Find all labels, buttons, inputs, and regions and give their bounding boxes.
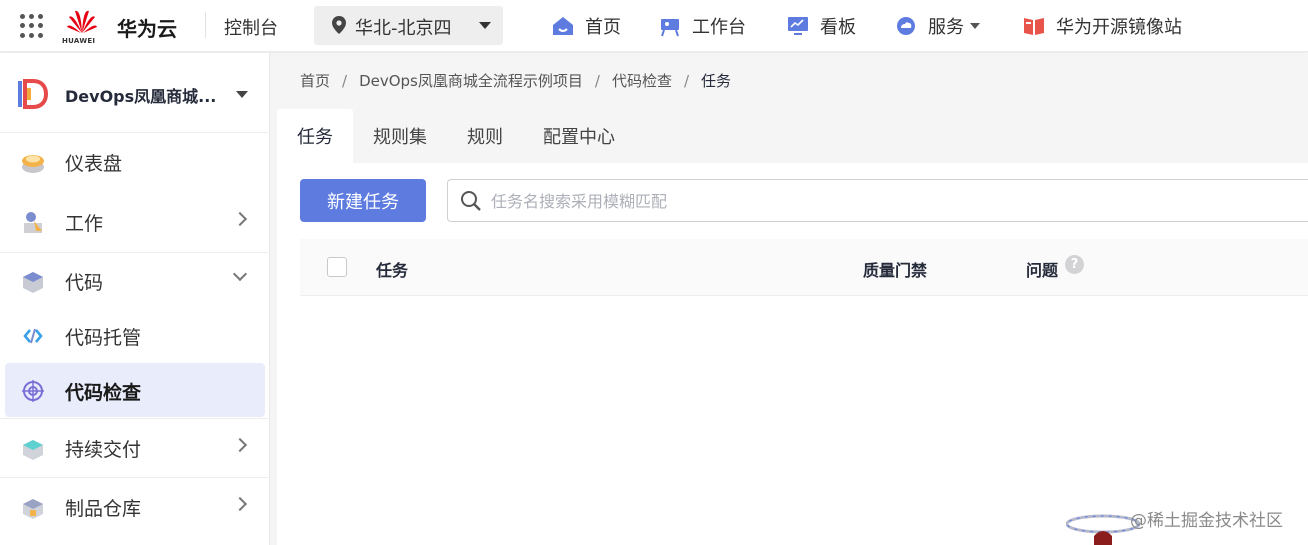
brand-title[interactable]: 华为云 — [117, 13, 177, 42]
tab-tasks[interactable]: 任务 — [277, 109, 353, 163]
new-task-button[interactable]: 新建任务 — [300, 179, 426, 222]
top-navigation-bar: HUAWEI 华为云 控制台 华北-北京四 首页 工作台 看板 服务 华为开源镜… — [0, 0, 1308, 52]
help-icon[interactable]: ? — [1065, 255, 1084, 274]
breadcrumb-code-check[interactable]: 代码检查 — [612, 72, 672, 90]
sidebar-item-label: 制品仓库 — [65, 498, 142, 520]
sidebar-item-artifact-repo[interactable]: 制品仓库 — [5, 479, 265, 533]
task-search-box[interactable] — [447, 179, 1308, 222]
dashboard-icon — [22, 155, 44, 173]
tab-rules[interactable]: 规则 — [447, 109, 523, 163]
breadcrumb-project[interactable]: DevOps凤凰商城全流程示例项目 — [359, 72, 583, 90]
chevron-right-icon — [232, 496, 248, 512]
breadcrumb-home[interactable]: 首页 — [300, 72, 330, 90]
cloud-service-icon — [897, 17, 915, 35]
sidebar-item-label: 持续交付 — [65, 439, 142, 461]
column-header-issues[interactable]: 问题 — [1026, 257, 1058, 281]
nav-home[interactable]: 首页 — [551, 13, 621, 39]
breadcrumb-current: 任务 — [701, 72, 732, 90]
task-search-input[interactable] — [491, 189, 1091, 213]
nav-home-label: 首页 — [585, 17, 621, 38]
huawei-petal-icon — [67, 10, 97, 33]
sidebar-item-label: 仪表盘 — [65, 153, 123, 175]
sidebar-item-continuous-delivery[interactable]: 持续交付 — [5, 420, 265, 474]
devops-logo-icon — [18, 79, 49, 109]
location-pin-icon — [332, 16, 346, 34]
home-icon — [553, 17, 573, 35]
app-grid-icon[interactable] — [20, 14, 44, 38]
sidebar-divider — [0, 418, 270, 419]
caret-down-icon — [479, 22, 491, 29]
nav-workbench[interactable]: 工作台 — [658, 13, 746, 39]
code-icon — [23, 272, 43, 293]
topbar-divider — [205, 12, 206, 38]
breadcrumb-separator: / — [683, 72, 690, 90]
nav-board-label: 看板 — [820, 17, 856, 38]
mascot-decoration-icon — [1066, 514, 1140, 545]
sidebar-item-code-hosting[interactable]: 代码托管 — [5, 308, 265, 362]
sidebar-item-code[interactable]: 代码 — [5, 253, 265, 307]
nav-services[interactable]: 服务 — [894, 13, 980, 39]
caret-down-icon[interactable] — [236, 91, 248, 98]
region-selector[interactable]: 华北-北京四 — [314, 6, 503, 45]
watermark-text: @稀土掘金技术社区 — [1130, 511, 1283, 531]
code-check-icon — [22, 380, 44, 402]
work-icon — [24, 212, 42, 233]
sidebar-item-label: 代码 — [65, 272, 104, 294]
sidebar-item-label: 代码托管 — [65, 327, 142, 349]
mirror-book-icon — [1024, 18, 1044, 35]
column-header-quality-gate[interactable]: 质量门禁 — [863, 257, 927, 281]
region-label: 华北-北京四 — [355, 18, 452, 39]
continuous-delivery-icon — [23, 440, 43, 460]
nav-mirror-label: 华为开源镜像站 — [1056, 17, 1182, 38]
nav-workbench-label: 工作台 — [692, 17, 746, 38]
task-table-header: 任务 质量门禁 问题 ? — [300, 239, 1308, 296]
nav-services-label: 服务 — [928, 17, 964, 38]
search-icon[interactable] — [460, 190, 482, 212]
nav-board[interactable]: 看板 — [786, 13, 856, 39]
project-name: DevOps凤凰商城... — [65, 87, 217, 106]
caret-down-icon — [970, 23, 980, 29]
code-hosting-icon — [23, 328, 43, 344]
workbench-icon — [661, 19, 679, 37]
breadcrumb-separator: / — [594, 72, 600, 90]
huawei-logo[interactable]: HUAWEI — [62, 7, 102, 47]
dashboard-board-icon — [788, 17, 808, 35]
chevron-down-icon — [232, 266, 248, 282]
sidebar-item-code-check[interactable]: 代码检查 — [5, 363, 265, 417]
select-all-checkbox[interactable] — [327, 257, 347, 277]
nav-open-source-mirror[interactable]: 华为开源镜像站 — [1022, 13, 1182, 39]
huawei-logo-text: HUAWEI — [62, 37, 96, 45]
tab-bar: 任务 规则集 规则 配置中心 — [277, 109, 635, 163]
main-content: 首页 / DevOps凤凰商城全流程示例项目 / 代码检查 / 任务 任务 规则集 规则 配… — [271, 53, 1308, 545]
sidebar-item-dashboard[interactable]: 仪表盘 — [5, 134, 265, 188]
column-header-task[interactable]: 任务 — [376, 257, 408, 281]
sidebar-item-label: 工作 — [65, 213, 104, 235]
sidebar: DevOps凤凰商城... 仪表盘 工作 代码 代码托管 代码检查 持续交付 制… — [0, 53, 270, 545]
sidebar-item-label: 代码检查 — [65, 382, 142, 404]
task-panel: 新建任务 任务 质量门禁 问题 ? — [277, 163, 1308, 545]
breadcrumb-separator: / — [342, 72, 348, 90]
tab-rulesets[interactable]: 规则集 — [353, 109, 447, 163]
tab-config-center[interactable]: 配置中心 — [523, 109, 635, 163]
breadcrumb: 首页 / DevOps凤凰商城全流程示例项目 / 代码检查 / 任务 — [300, 70, 731, 91]
sidebar-item-work[interactable]: 工作 — [5, 194, 265, 248]
artifact-repo-icon — [23, 499, 43, 519]
chevron-right-icon — [232, 437, 248, 453]
sidebar-divider — [0, 477, 270, 478]
chevron-right-icon — [232, 211, 248, 227]
console-link[interactable]: 控制台 — [224, 14, 278, 40]
project-selector[interactable]: DevOps凤凰商城... — [0, 53, 270, 133]
